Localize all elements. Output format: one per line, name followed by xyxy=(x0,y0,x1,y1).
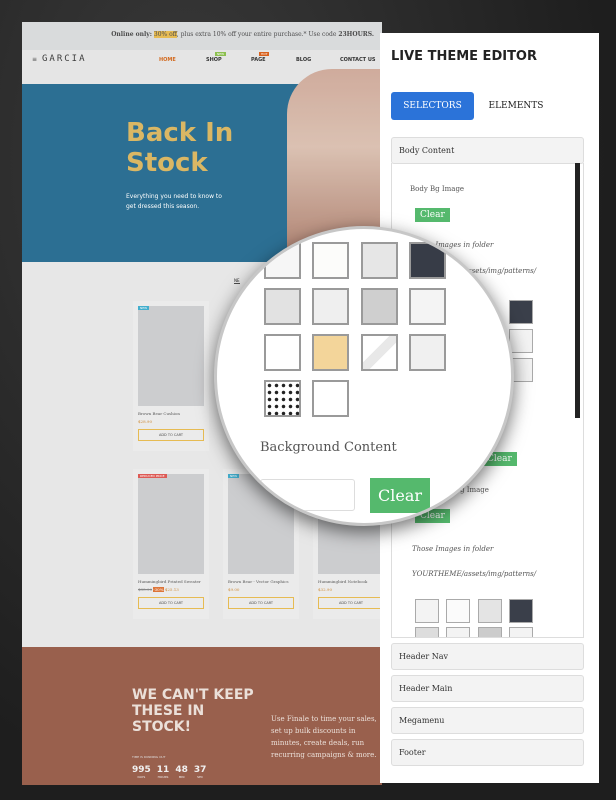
pattern-swatch[interactable] xyxy=(312,380,349,417)
pattern-swatch[interactable] xyxy=(361,242,398,279)
folder-path: YOURTHEME/assets/img/patterns/ xyxy=(412,570,537,578)
nav-home[interactable]: HOME xyxy=(159,57,176,63)
section-header-nav[interactable]: Header Nav xyxy=(391,643,584,670)
pattern-swatch[interactable] xyxy=(264,380,301,417)
pattern-swatch[interactable] xyxy=(478,599,502,623)
section-body-content[interactable]: Body Content xyxy=(391,137,584,164)
pattern-swatch[interactable] xyxy=(409,288,446,325)
nav-blog[interactable]: BLOG xyxy=(296,57,311,63)
clear-button[interactable]: Clear xyxy=(415,208,450,222)
tab-elements[interactable]: ELEMENTS xyxy=(480,92,552,120)
pattern-swatch[interactable] xyxy=(509,300,533,324)
pattern-swatch[interactable] xyxy=(415,599,439,623)
pattern-swatch[interactable] xyxy=(312,334,349,371)
pattern-swatch[interactable] xyxy=(446,599,470,623)
scrollbar[interactable] xyxy=(575,163,580,418)
tab-selectors[interactable]: SELECTORS xyxy=(391,92,474,120)
section-megamenu[interactable]: Megamenu xyxy=(391,707,584,734)
pattern-swatch[interactable] xyxy=(264,242,301,279)
nav-contact[interactable]: CONTACT US xyxy=(340,57,375,63)
pattern-swatch[interactable] xyxy=(415,627,439,637)
pattern-swatch[interactable] xyxy=(361,334,398,371)
background-content-label: Background Content xyxy=(260,440,397,455)
section-footer[interactable]: Footer xyxy=(391,739,584,766)
pattern-swatch[interactable] xyxy=(361,288,398,325)
magnifier-callout: Background Content Clear xyxy=(214,226,514,526)
pattern-swatch[interactable] xyxy=(312,288,349,325)
pattern-swatch[interactable] xyxy=(509,627,533,637)
section-header-main[interactable]: Header Main xyxy=(391,675,584,702)
nav-shop[interactable]: SHOP xyxy=(206,57,222,63)
clear-button[interactable]: Clear xyxy=(370,478,430,513)
pattern-swatch[interactable] xyxy=(478,627,502,637)
nav-page[interactable]: PAGE xyxy=(251,57,266,63)
pattern-swatch[interactable] xyxy=(264,288,301,325)
pattern-swatch[interactable] xyxy=(409,334,446,371)
folder-note: Those Images in folder xyxy=(412,545,494,553)
pattern-swatch[interactable] xyxy=(446,627,470,637)
pattern-swatch[interactable] xyxy=(509,599,533,623)
pattern-swatch[interactable] xyxy=(409,242,446,279)
badge-new: NEW xyxy=(215,52,227,56)
badge-hot: HOT xyxy=(259,52,270,56)
background-content-input[interactable] xyxy=(260,479,355,511)
editor-title: LIVE THEME EDITOR xyxy=(391,49,537,64)
pattern-swatch[interactable] xyxy=(509,329,533,353)
pattern-swatch[interactable] xyxy=(312,242,349,279)
pattern-swatch[interactable] xyxy=(264,334,301,371)
body-bg-image-label: Body Bg Image xyxy=(410,185,465,193)
